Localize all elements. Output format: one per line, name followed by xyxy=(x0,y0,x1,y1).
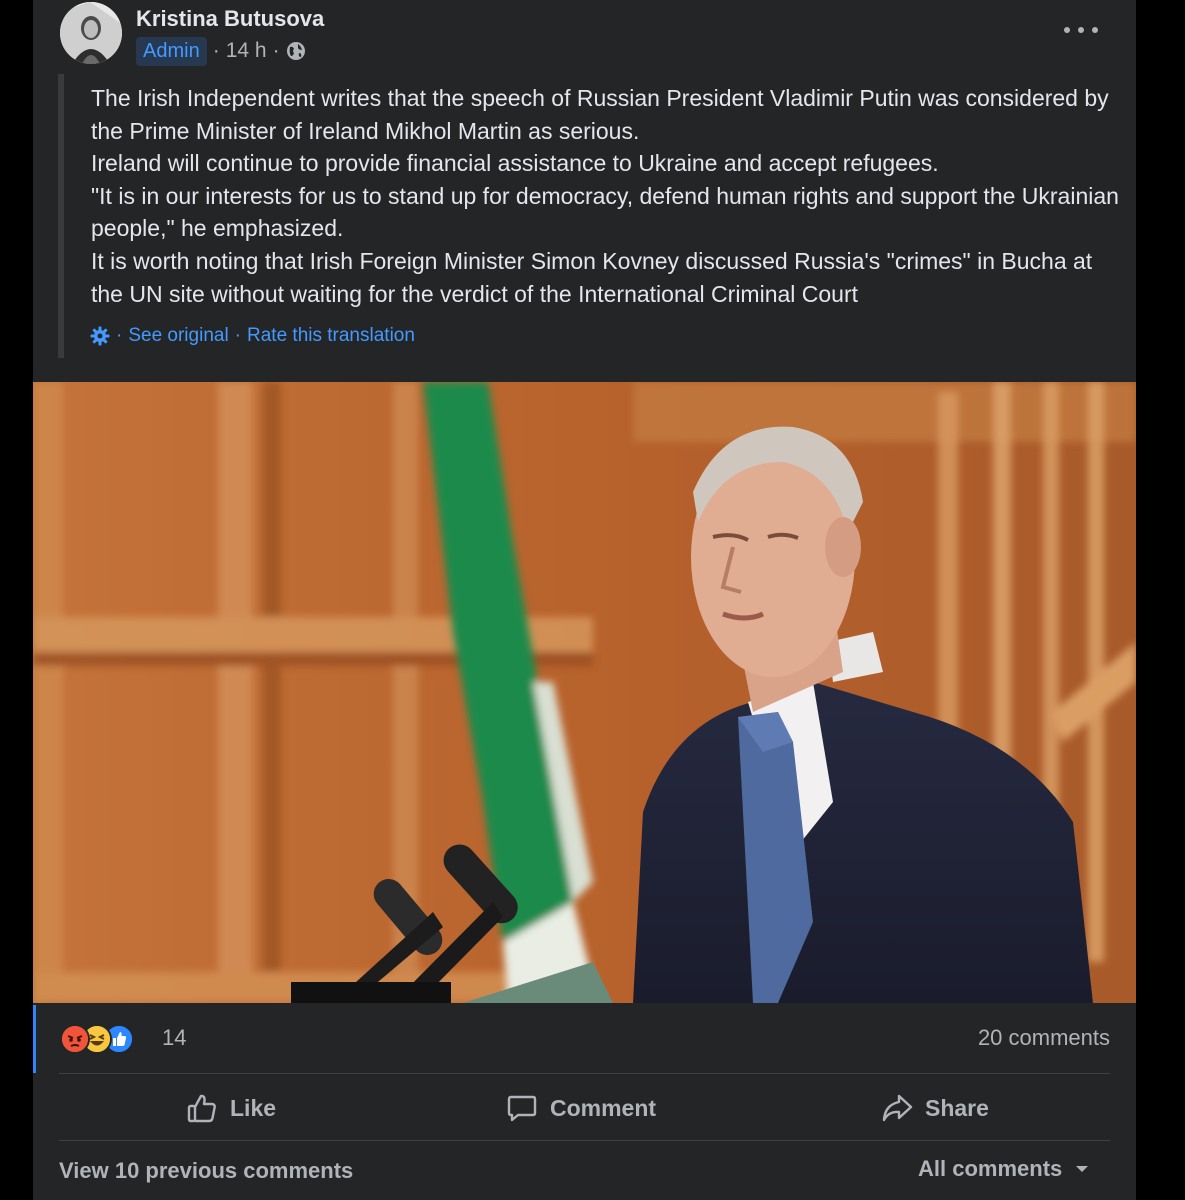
post-paragraph: "It is in our interests for us to stand … xyxy=(91,182,1119,242)
divider xyxy=(59,1140,1110,1141)
reaction-count[interactable]: 14 xyxy=(162,1025,186,1051)
more-options-icon[interactable] xyxy=(1064,18,1098,42)
translation-separator: · xyxy=(116,325,123,346)
author-avatar[interactable] xyxy=(60,2,122,64)
share-icon xyxy=(881,1092,913,1124)
comment-icon xyxy=(506,1092,538,1124)
meta-separator: · xyxy=(272,39,280,62)
translation-row: · See original · Rate this translation xyxy=(90,322,415,350)
post-paragraph: Ireland will continue to provide financi… xyxy=(91,150,939,177)
post-text: The Irish Independent writes that the sp… xyxy=(91,82,1121,310)
translation-separator: · xyxy=(234,325,241,346)
post-photo[interactable] xyxy=(33,382,1136,1003)
comment-filter-label: All comments xyxy=(918,1156,1063,1181)
share-button[interactable]: Share xyxy=(881,1088,989,1128)
post-paragraph: The Irish Independent writes that the sp… xyxy=(91,85,1109,144)
share-label: Share xyxy=(925,1094,989,1121)
like-label: Like xyxy=(230,1094,277,1121)
author-name[interactable]: Kristina Butusova xyxy=(136,6,324,32)
post-meta: Admin · 14 h · xyxy=(136,36,306,66)
globe-icon xyxy=(286,41,306,61)
rate-translation-link[interactable]: Rate this translation xyxy=(247,325,415,347)
post-time[interactable]: 14 h xyxy=(226,39,267,63)
divider xyxy=(59,1073,1110,1074)
admin-badge: Admin xyxy=(136,36,207,66)
angry-reaction-icon xyxy=(60,1024,90,1054)
see-original-link[interactable]: See original xyxy=(128,325,228,347)
comment-filter-dropdown[interactable]: All comments xyxy=(918,1156,1090,1182)
gear-icon[interactable] xyxy=(90,326,110,346)
focus-accent-bar xyxy=(33,1005,36,1073)
like-icon xyxy=(186,1092,218,1124)
comments-count[interactable]: 20 comments xyxy=(978,1025,1110,1051)
translation-quote-bar xyxy=(58,74,64,358)
comment-button[interactable]: Comment xyxy=(506,1088,656,1128)
like-button[interactable]: Like xyxy=(186,1088,276,1128)
comment-label: Comment xyxy=(550,1094,657,1121)
reaction-icons[interactable] xyxy=(60,1024,134,1054)
meta-separator: · xyxy=(212,39,220,62)
post-paragraph: It is worth noting that Irish Foreign Mi… xyxy=(91,247,1093,307)
chevron-down-icon xyxy=(1074,1164,1090,1174)
view-previous-comments-link[interactable]: View 10 previous comments xyxy=(59,1158,353,1184)
